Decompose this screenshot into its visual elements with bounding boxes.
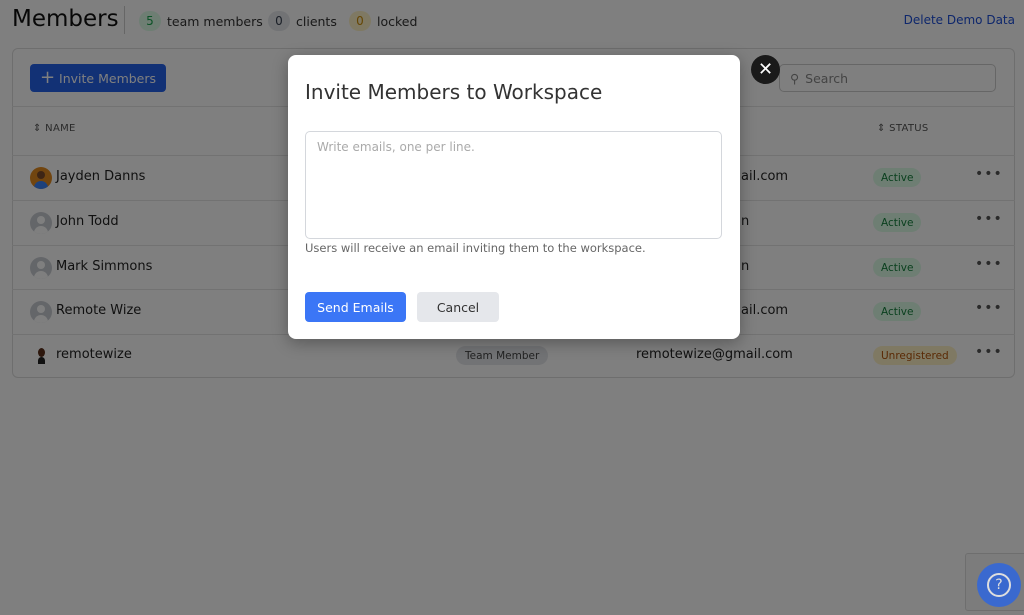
modal-title: Invite Members to Workspace <box>305 80 603 104</box>
helper-text: Users will receive an email inviting the… <box>305 241 646 255</box>
question-icon: ? <box>987 573 1011 597</box>
close-icon[interactable]: ✕ <box>751 55 780 84</box>
cancel-button[interactable]: Cancel <box>417 292 499 322</box>
send-emails-button[interactable]: Send Emails <box>305 292 406 322</box>
emails-textarea[interactable] <box>305 131 722 239</box>
invite-members-modal: Invite Members to Workspace Users will r… <box>288 55 740 339</box>
help-button[interactable]: ? <box>977 563 1021 607</box>
